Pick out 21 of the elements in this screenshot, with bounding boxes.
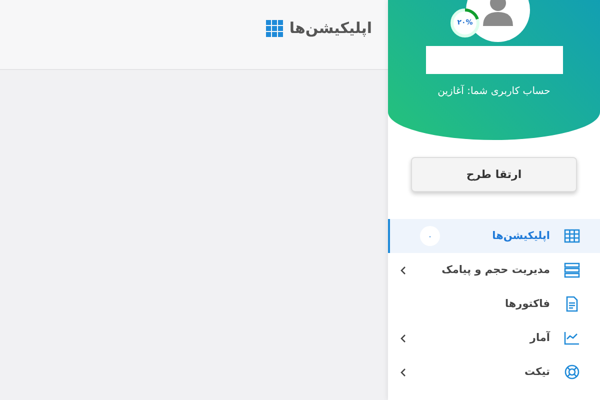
chart-icon xyxy=(564,330,580,346)
count-badge: ۰ xyxy=(420,226,440,246)
progress-ring xyxy=(450,8,480,38)
menu-label: آمار xyxy=(530,332,550,344)
table-icon xyxy=(564,228,580,244)
lifebuoy-icon xyxy=(564,364,580,380)
menu-item[interactable]: آمار xyxy=(388,321,600,355)
document-icon xyxy=(564,296,580,312)
grid-icon xyxy=(266,20,284,36)
menu-label: تیکت xyxy=(524,366,550,378)
account-text: حساب کاربری شما: آغازین xyxy=(438,86,550,97)
page-title: اپلیکیشن‌ها xyxy=(289,19,372,37)
upgrade-button[interactable]: ارتقا طرح xyxy=(411,157,577,192)
menu-label: مدیریت حجم و پیامک xyxy=(442,264,550,276)
menu-item[interactable]: مدیریت حجم و پیامک xyxy=(388,253,600,287)
menu-label: اپلیکیشن‌ها xyxy=(492,230,550,242)
menu-item[interactable]: فاکتورها xyxy=(388,287,600,321)
menu-item[interactable]: تیکت xyxy=(388,355,600,389)
server-icon xyxy=(564,262,580,278)
menu-label: فاکتورها xyxy=(504,298,550,310)
menu-item[interactable]: اپلیکیشن‌ها ۰ xyxy=(388,219,600,253)
